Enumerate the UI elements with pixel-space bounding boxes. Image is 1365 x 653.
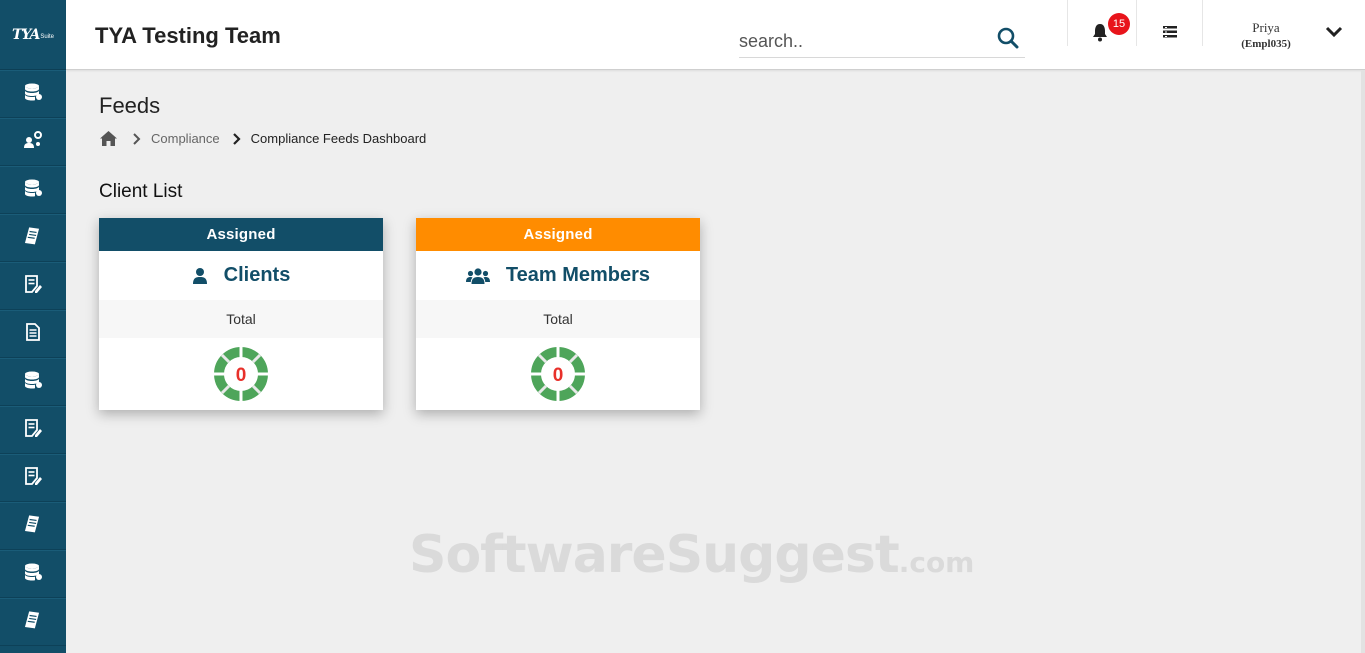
scrollbar[interactable] <box>1361 70 1365 653</box>
card-title-text: Team Members <box>505 264 651 286</box>
header-divider <box>1067 0 1068 46</box>
card-title: Clients <box>99 251 383 300</box>
card-value: 0 <box>236 365 247 386</box>
users-icon <box>465 267 490 284</box>
search-input[interactable] <box>739 28 979 54</box>
team-members-card[interactable]: Assigned Team Members Total 0 <box>416 218 700 410</box>
document-edit-icon <box>23 418 43 443</box>
document-stack-icon <box>23 610 43 635</box>
user-name: Priya <box>1252 20 1280 35</box>
user-id: (Empl035) <box>1241 38 1291 50</box>
sidebar-item-2[interactable] <box>0 118 66 166</box>
user-config-icon <box>23 130 43 155</box>
database-icon <box>23 178 43 203</box>
document-edit-icon <box>23 274 43 299</box>
user-profile[interactable]: Priya (Empl035) <box>1226 20 1306 50</box>
sidebar-item-9[interactable] <box>0 454 66 502</box>
logo-subtext: Suite <box>40 34 55 40</box>
page-title: Feeds <box>99 93 161 118</box>
top-header: TYA Testing Team 15 Priya (Empl035) <box>66 0 1365 70</box>
card-title-text: Clients <box>223 264 291 286</box>
app-title: TYA Testing Team <box>95 23 281 48</box>
app-logo[interactable]: TYA Suite <box>0 0 66 70</box>
watermark-suffix: .com <box>898 546 975 579</box>
chevron-right-icon <box>133 132 141 145</box>
sidebar-item-8[interactable] <box>0 406 66 454</box>
sidebar-item-1[interactable] <box>0 70 66 118</box>
list-menu-icon[interactable] <box>1162 24 1178 40</box>
watermark: SoftwareSuggest.com <box>409 525 974 585</box>
sidebar-item-7[interactable] <box>0 358 66 406</box>
section-title: Client List <box>99 181 183 202</box>
breadcrumb-compliance[interactable]: Compliance <box>151 131 220 146</box>
search-bar <box>739 25 1025 58</box>
watermark-main: SoftwareSuggest <box>409 525 900 585</box>
sidebar-item-5[interactable] <box>0 262 66 310</box>
search-icon[interactable] <box>995 25 1021 51</box>
card-title: Team Members <box>416 251 700 300</box>
notification-badge: 15 <box>1108 13 1130 35</box>
document-icon <box>23 322 43 347</box>
sidebar: TYA Suite <box>0 0 66 653</box>
card-header: Assigned <box>99 218 383 251</box>
breadcrumb-current: Compliance Feeds Dashboard <box>250 131 427 146</box>
database-icon <box>23 562 43 587</box>
home-icon[interactable] <box>99 130 118 147</box>
ring-gauge: 0 <box>99 338 383 410</box>
card-header: Assigned <box>416 218 700 251</box>
clients-card[interactable]: Assigned Clients Total 0 <box>99 218 383 410</box>
user-icon <box>192 267 207 284</box>
chevron-down-icon[interactable] <box>1325 25 1343 39</box>
sidebar-item-3[interactable] <box>0 166 66 214</box>
ring-gauge: 0 <box>416 338 700 410</box>
card-total-label: Total <box>416 300 700 338</box>
header-divider <box>1202 0 1203 46</box>
chevron-right-icon <box>232 132 241 145</box>
donut-chart: 0 <box>214 347 268 401</box>
bell-icon[interactable] <box>1091 22 1109 42</box>
database-icon <box>23 370 43 395</box>
document-stack-icon <box>23 226 43 251</box>
sidebar-item-10[interactable] <box>0 502 66 550</box>
donut-chart: 0 <box>531 347 585 401</box>
sidebar-item-6[interactable] <box>0 310 66 358</box>
card-value: 0 <box>553 365 564 386</box>
sidebar-item-12[interactable] <box>0 598 66 646</box>
sidebar-item-11[interactable] <box>0 550 66 598</box>
sidebar-item-4[interactable] <box>0 214 66 262</box>
document-edit-icon <box>23 466 43 491</box>
breadcrumb: Compliance Compliance Feeds Dashboard <box>99 130 426 147</box>
header-divider <box>1136 0 1137 46</box>
card-total-label: Total <box>99 300 383 338</box>
logo-text: TYA <box>11 26 40 43</box>
database-icon <box>23 82 43 107</box>
document-stack-icon <box>23 514 43 539</box>
